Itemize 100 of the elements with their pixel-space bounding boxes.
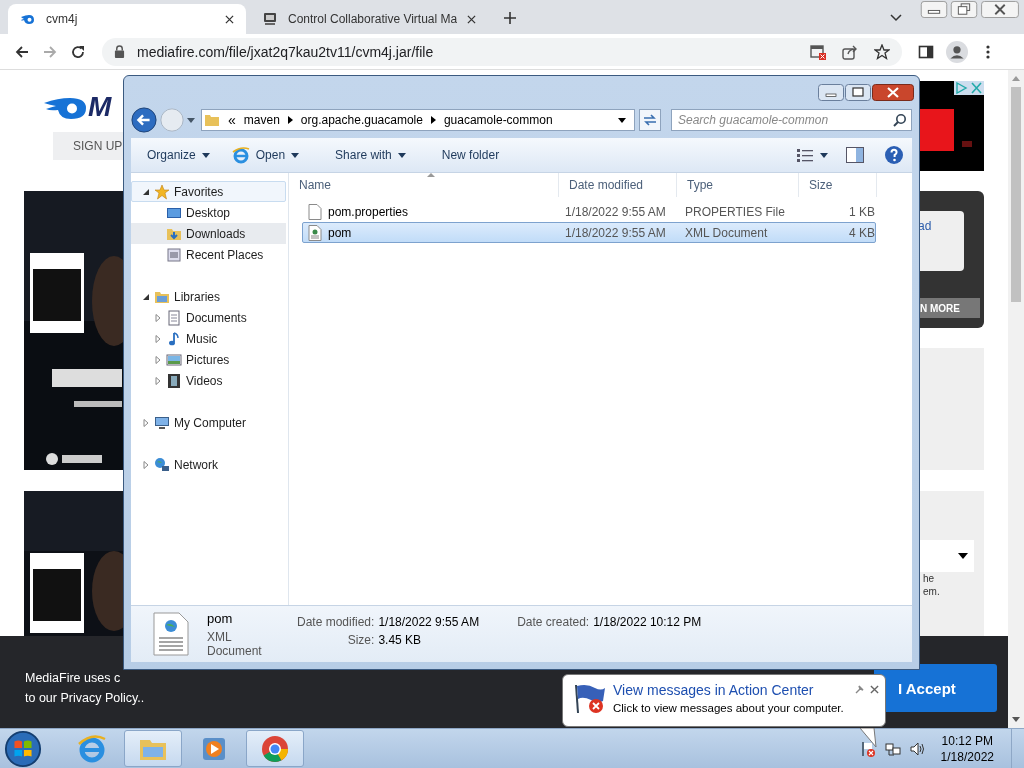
nav-item[interactable]: Desktop [131,202,286,223]
breadcrumb-item[interactable]: org.apache.guacamole [300,113,423,127]
collapse-arrow-icon[interactable] [142,187,150,196]
share-icon[interactable] [842,43,858,60]
wrench-icon[interactable] [853,685,864,695]
sort-arrow-icon [427,173,435,177]
caret-icon[interactable] [618,117,626,123]
address-bar[interactable]: mediafire.com/file/jxat2q7kau2tv11/cvm4j.jar/file [102,37,902,66]
file-name: pom [207,610,234,626]
expand-arrow-icon[interactable] [154,376,162,385]
maximize-icon[interactable] [845,84,871,101]
restore-icon[interactable] [950,1,978,18]
dropdown[interactable] [918,540,974,572]
search-field[interactable]: Search guacamole-common [671,109,912,131]
toolbar-button[interactable]: Open [225,146,310,164]
clock-date[interactable]: 1/18/2022 [940,748,994,765]
nav-item[interactable]: Libraries [131,286,286,307]
expand-arrow-icon[interactable] [154,313,162,322]
nav-item[interactable]: Favorites [131,181,286,202]
caret-icon[interactable] [820,152,828,158]
learn-more-button[interactable]: N MORE [918,298,980,318]
close-icon[interactable] [225,14,234,24]
cookie-text: to our Privacy Policy.. [25,690,145,707]
notification-balloon[interactable]: View messages in Action Center Click to view messages about your computer. [562,674,886,727]
close-icon[interactable] [869,685,879,694]
expand-arrow-icon[interactable] [142,418,150,427]
taskbar-button[interactable] [246,730,304,767]
nav-item[interactable]: Documents [131,307,286,328]
expand-arrow-icon[interactable] [154,334,162,343]
profile-icon[interactable] [946,40,968,63]
property-value: 1/18/2022 10:12 PM [593,615,702,629]
file-row[interactable]: pom 1/18/2022 9:55 AM XML Document 4 KB [302,222,876,243]
column-header[interactable]: Size [799,173,877,197]
toolbar-button[interactable]: Share with [329,148,416,162]
breadcrumb-item[interactable]: guacamole-common [443,113,553,127]
minimize-icon[interactable] [818,84,844,101]
nav-item[interactable]: Videos [131,370,286,391]
property-label: Date created: [517,615,590,629]
chevron-down-icon[interactable] [890,14,902,22]
xml-file-icon [308,224,322,241]
back-icon[interactable] [131,107,157,133]
breadcrumb-arrow-icon[interactable] [287,116,293,124]
nav-item[interactable]: Recent Places [131,244,286,265]
table-cell-text: 1/18/2022 9:55 AM [565,225,667,240]
scrollbar[interactable] [1008,70,1024,728]
property-label: Date modified: [297,615,375,629]
side-panel-icon[interactable] [918,43,934,60]
help-icon[interactable] [884,145,904,165]
lock-icon [114,45,125,58]
nav-item[interactable]: Downloads [131,223,286,244]
new-tab-icon[interactable] [504,12,516,24]
volume-icon[interactable] [909,740,926,757]
table-cell-text: 4 KB [848,225,875,240]
toolbar-button[interactable]: Organize [141,148,220,162]
expand-arrow-icon[interactable] [154,355,162,364]
preview-pane-icon[interactable] [846,147,864,163]
table-cell-text: 1 KB [848,204,875,219]
breadcrumb-arrow-icon[interactable] [430,116,436,124]
address-field[interactable]: « maven org.apache.guacamole guacamole-common [201,109,635,131]
popup-blocked-icon[interactable] [810,43,826,60]
view-options-icon[interactable] [796,147,814,163]
network-icon[interactable] [884,740,901,757]
close-icon[interactable] [467,14,476,24]
browser-tab[interactable]: cvm4j [8,4,246,34]
column-header[interactable]: Type [677,173,799,197]
refresh-icon[interactable] [639,109,661,131]
close-icon[interactable] [980,1,1020,18]
file-type: XML Document [207,629,263,658]
back-icon[interactable] [14,43,30,60]
overflow-chevron[interactable]: « [228,112,236,128]
chrome-icon [260,733,290,764]
computer-icon [154,414,170,431]
scroll-down-icon[interactable] [1012,717,1020,722]
nav-item[interactable]: Network [131,454,286,475]
reload-icon[interactable] [70,43,86,60]
caret-icon [958,553,968,559]
column-header[interactable]: Date modified [559,173,677,197]
star-icon[interactable] [874,43,890,60]
file-row[interactable]: pom.properties 1/18/2022 9:55 AM PROPERTIES File 1 KB [302,201,876,222]
caret-icon [397,152,406,158]
close-icon[interactable] [872,84,914,101]
sign-up-button[interactable]: SIGN UP [53,132,123,160]
breadcrumb-item[interactable]: maven [243,113,280,127]
property-label: Size: [346,633,375,647]
network-icon [154,456,170,473]
minimize-icon[interactable] [920,1,948,18]
nav-item[interactable]: My Computer [131,412,286,433]
nav-item[interactable]: Pictures [131,349,286,370]
toolbar-button[interactable]: New folder [435,148,510,162]
clock-time[interactable]: 10:12 PM [941,732,993,749]
expand-arrow-icon[interactable] [142,460,150,469]
start-button[interactable] [4,729,42,768]
collapse-arrow-icon[interactable] [142,292,150,301]
scrollbar-thumb[interactable] [1011,87,1021,302]
browser-tab[interactable]: Control Collaborative Virtual Ma [250,4,488,34]
balloon-title[interactable]: View messages in Action Center [613,681,844,699]
action-center-icon[interactable] [859,740,876,757]
logo-text: M [88,91,112,123]
nav-item[interactable]: Music [131,328,286,349]
film-icon [166,372,182,389]
